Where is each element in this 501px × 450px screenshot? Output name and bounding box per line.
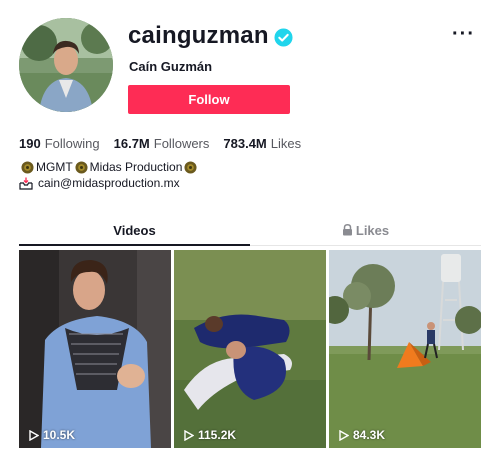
verified-badge-icon <box>274 28 293 47</box>
tab-likes-label: Likes <box>355 223 390 238</box>
stat-followers[interactable]: 16.7M Followers <box>114 136 210 151</box>
stat-likes: 783.4M Likes <box>223 136 301 151</box>
video-views: 10.5K <box>29 428 75 442</box>
video-views-count: 10.5K <box>43 428 76 442</box>
play-icon <box>184 429 194 441</box>
lock-icon <box>342 224 352 236</box>
tab-likes[interactable]: Likes <box>250 220 481 244</box>
sun-emoji-icon <box>75 160 88 174</box>
stat-following-count: 190 <box>19 136 41 151</box>
bio-line: MGMT Midas Production <box>19 160 199 174</box>
play-icon <box>29 429 39 441</box>
stats-row: 190 Following 16.7M Followers 783.4M Likes <box>19 136 301 151</box>
video-views-count: 115.2K <box>198 428 237 442</box>
video-grid: 10.5K 115.2K 84.3K <box>19 250 481 448</box>
more-options-button[interactable]: ··· <box>452 24 475 44</box>
inbox-tray-icon <box>19 177 33 190</box>
sun-emoji-icon <box>184 160 197 174</box>
profile-tabs: Videos Likes <box>19 220 481 246</box>
tab-videos[interactable]: Videos <box>19 220 250 244</box>
bio-email-line: cain@midasproduction.mx <box>19 176 180 190</box>
avatar-image <box>19 18 113 112</box>
bio-segment-mgmt: MGMT <box>36 160 73 174</box>
follow-button[interactable]: Follow <box>128 85 290 114</box>
play-icon <box>339 429 349 441</box>
bio-email: cain@midasproduction.mx <box>38 176 180 190</box>
display-name: Caín Guzmán <box>129 59 213 74</box>
video-views: 115.2K <box>184 428 236 442</box>
stat-followers-label: Followers <box>153 136 210 151</box>
stat-followers-count: 16.7M <box>113 136 150 151</box>
video-thumbnail-image <box>19 250 171 448</box>
video-views: 84.3K <box>339 428 385 442</box>
username: cainguzman <box>128 22 269 49</box>
video-thumbnail[interactable]: 10.5K <box>19 250 171 448</box>
stat-likes-label: Likes <box>270 136 302 151</box>
stat-following-label: Following <box>44 136 100 151</box>
video-thumbnail-image <box>174 250 326 448</box>
stat-likes-count: 783.4M <box>223 136 267 151</box>
sun-emoji-icon <box>21 160 34 174</box>
tab-active-indicator <box>19 244 250 246</box>
avatar[interactable] <box>19 18 113 112</box>
video-thumbnail-image <box>329 250 481 448</box>
video-thumbnail[interactable]: 84.3K <box>329 250 481 448</box>
video-views-count: 84.3K <box>353 428 386 442</box>
stat-following[interactable]: 190 Following <box>19 136 100 151</box>
bio-segment-midas: Midas Production <box>89 160 183 174</box>
video-thumbnail[interactable]: 115.2K <box>174 250 326 448</box>
